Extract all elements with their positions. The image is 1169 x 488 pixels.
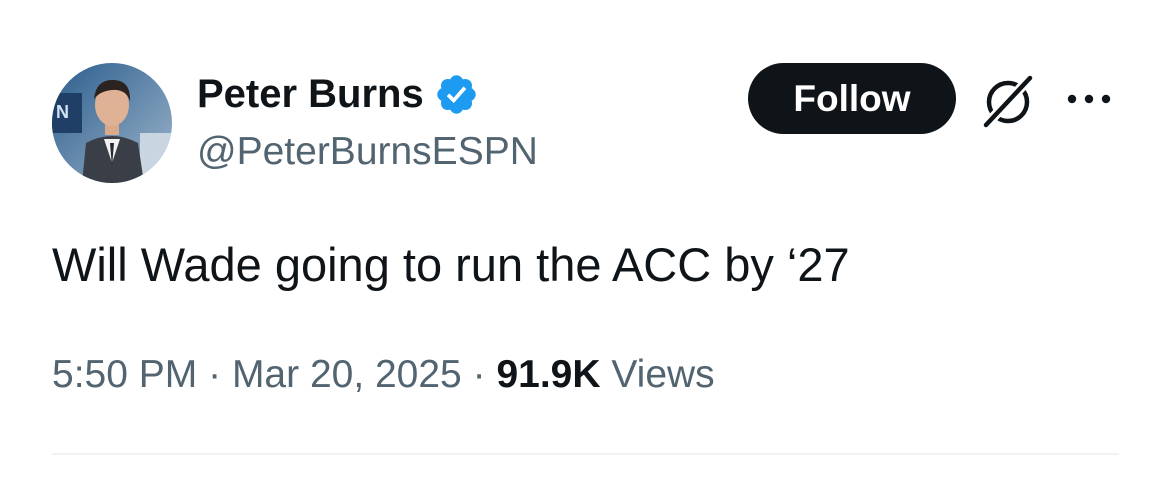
tweet-date[interactable]: Mar 20, 2025 (232, 353, 462, 396)
views-label: Views (611, 353, 715, 396)
meta-separator: · (208, 353, 222, 396)
tweet-meta: 5:50 PM · Mar 20, 2025 · 91.9K Views (52, 350, 715, 400)
avatar-image: N (52, 63, 172, 183)
more-options-icon[interactable] (1064, 84, 1114, 114)
author-display-name[interactable]: Peter Burns (197, 70, 424, 118)
grok-icon[interactable] (980, 72, 1038, 130)
tweet-time[interactable]: 5:50 PM (52, 353, 197, 396)
svg-text:N: N (56, 102, 69, 122)
divider (52, 453, 1119, 455)
author-handle[interactable]: @PeterBurnsESPN (197, 128, 538, 176)
avatar[interactable]: N (52, 63, 172, 183)
verified-badge-icon[interactable] (434, 72, 479, 117)
follow-button[interactable]: Follow (748, 63, 956, 134)
views-count[interactable]: 91.9K (496, 353, 600, 396)
meta-separator: · (472, 353, 486, 396)
tweet-text: Will Wade going to run the ACC by ‘27 (52, 238, 850, 291)
author-name-row[interactable]: Peter Burns (197, 70, 479, 118)
